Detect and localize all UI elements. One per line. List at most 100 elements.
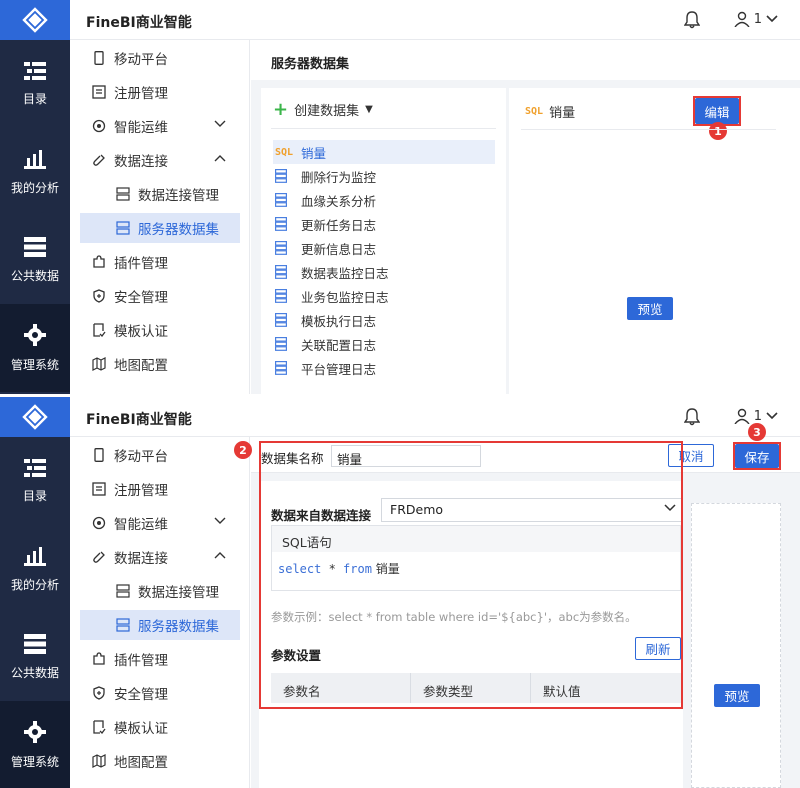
chevron-down-icon <box>766 15 778 23</box>
dataset-item[interactable]: 更新信息日志 <box>273 236 495 260</box>
dataset-item[interactable]: 数据表监控日志 <box>273 260 495 284</box>
plus-icon: + <box>273 98 289 120</box>
link-icon <box>93 551 105 563</box>
sidebar-item-data-connection[interactable]: 数据连接 <box>80 145 240 175</box>
nav-public-data[interactable]: 公共数据 <box>0 216 70 304</box>
nav-label: 我的分析 <box>10 180 59 195</box>
shield-icon <box>93 289 105 303</box>
nav-my-analysis[interactable]: 我的分析 <box>0 128 70 216</box>
mobile-icon <box>94 448 104 462</box>
dataset-item[interactable]: 平台管理日志 <box>273 356 495 380</box>
top-bar: FineBI商业智能 1 <box>70 0 800 40</box>
preview-button[interactable]: 预览 <box>714 684 760 707</box>
table-icon <box>275 193 287 207</box>
divider <box>271 128 496 129</box>
sidebar-item-data-connection[interactable]: 数据连接 <box>80 542 240 572</box>
sidebar-item-plugin[interactable]: 插件管理 <box>80 644 240 674</box>
sql-icon: SQL <box>275 146 294 158</box>
nav-label: 管理系统 <box>10 357 59 372</box>
app-title: FineBI商业智能 <box>86 412 192 428</box>
sidebar-item-map[interactable]: 地图配置 <box>80 349 240 379</box>
sidebar-item-mobile[interactable]: 移动平台 <box>80 440 240 470</box>
bell-icon[interactable] <box>684 408 700 426</box>
admin-sidebar: 移动平台 注册管理 智能运维 数据连接 数据连接管理 服务器数据集 插件管理 安… <box>70 40 250 394</box>
nav-label: 管理系统 <box>10 754 59 769</box>
table-icon <box>275 289 287 303</box>
sidebar-item-mobile[interactable]: 移动平台 <box>80 43 240 73</box>
create-dataset-button[interactable]: + 创建数据集 ▼ <box>273 100 373 119</box>
user-icon <box>734 11 750 27</box>
panel-dataset-list: 目录 我的分析 公共数据 管理系统 FineBI商业智能 1 移动平台 注册管理… <box>0 0 800 394</box>
nav-label: 我的分析 <box>10 577 59 592</box>
sidebar-item-template-cert[interactable]: 模板认证 <box>80 712 240 742</box>
user-menu[interactable]: 1 <box>734 11 778 27</box>
table-icon <box>275 265 287 279</box>
highlight-box <box>259 441 683 709</box>
nav-catalog[interactable]: 目录 <box>0 40 70 128</box>
sidebar-item-template-cert[interactable]: 模板认证 <box>80 315 240 345</box>
app-title: FineBI商业智能 <box>86 15 192 31</box>
nav-admin[interactable]: 管理系统 <box>0 304 70 392</box>
sidebar-item-server-dataset[interactable]: 服务器数据集 <box>80 213 240 243</box>
link-icon <box>93 154 105 166</box>
map-icon <box>92 357 106 371</box>
ops-icon <box>92 516 106 530</box>
sidebar-item-connection-manage[interactable]: 数据连接管理 <box>80 576 240 606</box>
chevron-up-icon <box>214 155 226 162</box>
dataset-item[interactable]: 更新任务日志 <box>273 212 495 236</box>
map-icon <box>92 754 106 768</box>
dataset-item[interactable]: 业务包监控日志 <box>273 284 495 308</box>
sidebar-item-connection-manage[interactable]: 数据连接管理 <box>80 179 240 209</box>
table-icon <box>275 337 287 351</box>
top-bar: FineBI商业智能 1 <box>70 397 800 437</box>
sidebar-item-map[interactable]: 地图配置 <box>80 746 240 776</box>
dataset-item[interactable]: 关联配置日志 <box>273 332 495 356</box>
panel-dataset-edit: 目录 我的分析 公共数据 管理系统 FineBI商业智能 1 移动平台 注册管理… <box>0 397 800 788</box>
table-icon <box>275 169 287 183</box>
sidebar-item-ops[interactable]: 智能运维 <box>80 111 240 141</box>
nav-public-data[interactable]: 公共数据 <box>0 613 70 701</box>
dataset-item[interactable]: 模板执行日志 <box>273 308 495 332</box>
table-icon <box>275 313 287 327</box>
nav-admin[interactable]: 管理系统 <box>0 701 70 788</box>
dataset-item[interactable]: 删除行为监控 <box>273 164 495 188</box>
preview-button[interactable]: 预览 <box>627 297 673 320</box>
plugin-icon <box>93 255 105 268</box>
chevron-down-icon <box>214 517 226 524</box>
admin-sidebar: 移动平台 注册管理 智能运维 数据连接 数据连接管理 服务器数据集 插件管理 安… <box>70 437 250 788</box>
database-icon <box>24 236 46 257</box>
nav-my-analysis[interactable]: 我的分析 <box>0 525 70 613</box>
user-menu[interactable]: 1 <box>734 408 778 424</box>
main-nav: 目录 我的分析 公共数据 管理系统 <box>0 40 70 394</box>
plugin-icon <box>93 652 105 665</box>
certificate-icon <box>93 720 106 734</box>
dataset-editor-area: 数据集名称 销量 取消 保存 3 数据来自数据连接 FRDemo SQL语句 s… <box>234 423 800 788</box>
dataset-preview-panel: SQL 销量 编辑 1 预览 <box>509 88 800 394</box>
dataset-list-panel: + 创建数据集 ▼ SQL 销量 删除行为监控 血缘关系分析 更新任务日志 更新信… <box>261 88 506 394</box>
sidebar-item-security[interactable]: 安全管理 <box>80 678 240 708</box>
sidebar-item-ops[interactable]: 智能运维 <box>80 508 240 538</box>
database-icon <box>24 633 46 654</box>
user-icon <box>734 408 750 424</box>
sidebar-item-plugin[interactable]: 插件管理 <box>80 247 240 277</box>
chart-icon <box>24 546 46 566</box>
sidebar-item-register[interactable]: 注册管理 <box>80 474 240 504</box>
sidebar-item-server-dataset[interactable]: 服务器数据集 <box>80 610 240 640</box>
preview-title: SQL 销量 <box>525 106 576 121</box>
chevron-down-icon <box>214 120 226 127</box>
server-icon <box>116 618 130 632</box>
bell-icon[interactable] <box>684 11 700 29</box>
catalog-icon <box>24 458 46 477</box>
dataset-item[interactable]: SQL 销量 <box>273 140 495 164</box>
table-icon <box>275 241 287 255</box>
sidebar-item-register[interactable]: 注册管理 <box>80 77 240 107</box>
content-area: 服务器数据集 + 创建数据集 ▼ SQL 销量 删除行为监控 血缘关系分析 更新任… <box>251 40 800 394</box>
nav-catalog[interactable]: 目录 <box>0 437 70 525</box>
sidebar-item-security[interactable]: 安全管理 <box>80 281 240 311</box>
chart-icon <box>24 149 46 169</box>
finebi-logo-icon[interactable] <box>0 0 70 40</box>
finebi-logo-icon[interactable] <box>0 397 70 437</box>
ops-icon <box>92 119 106 133</box>
user-count: 1 <box>753 408 762 424</box>
dataset-item[interactable]: 血缘关系分析 <box>273 188 495 212</box>
